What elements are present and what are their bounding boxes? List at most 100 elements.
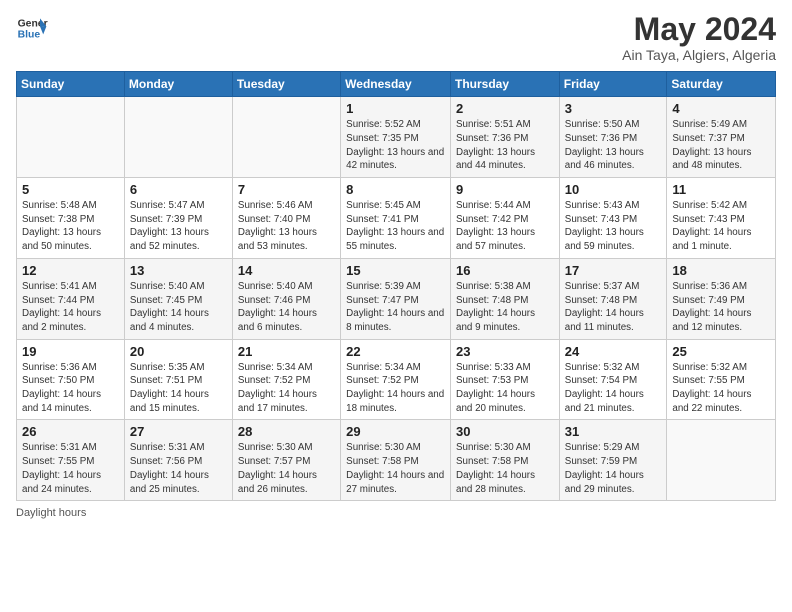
day-number: 26	[22, 424, 119, 439]
day-number: 30	[456, 424, 554, 439]
sub-title: Ain Taya, Algiers, Algeria	[622, 47, 776, 63]
calendar-day-cell: 11 Sunrise: 5:42 AM Sunset: 7:43 PM Dayli…	[667, 178, 776, 259]
day-number: 3	[565, 101, 662, 116]
logo: General Blue	[16, 12, 48, 44]
day-number: 2	[456, 101, 554, 116]
calendar-day-cell: 10 Sunrise: 5:43 AM Sunset: 7:43 PM Dayli…	[559, 178, 667, 259]
calendar-day-cell: 17 Sunrise: 5:37 AM Sunset: 7:48 PM Dayli…	[559, 258, 667, 339]
calendar-day-cell: 7 Sunrise: 5:46 AM Sunset: 7:40 PM Daylig…	[232, 178, 340, 259]
calendar-day-cell: 3 Sunrise: 5:50 AM Sunset: 7:36 PM Daylig…	[559, 97, 667, 178]
calendar-day-cell: 9 Sunrise: 5:44 AM Sunset: 7:42 PM Daylig…	[451, 178, 560, 259]
day-info: Sunrise: 5:42 AM Sunset: 7:43 PM Dayligh…	[672, 199, 770, 254]
day-number: 16	[456, 263, 554, 278]
calendar-day-cell	[17, 97, 125, 178]
day-info: Sunrise: 5:38 AM Sunset: 7:48 PM Dayligh…	[456, 280, 554, 335]
day-number: 9	[456, 182, 554, 197]
calendar-day-cell	[232, 97, 340, 178]
day-number: 28	[238, 424, 335, 439]
calendar-week-row: 5Sunrise: 5:48 AM Sunset: 7:38 PM Daylig…	[17, 178, 776, 259]
day-number: 22	[346, 344, 445, 359]
calendar-week-row: 1 Sunrise: 5:52 AM Sunset: 7:35 PM Daylig…	[17, 97, 776, 178]
day-info: Sunrise: 5:39 AM Sunset: 7:47 PM Dayligh…	[346, 280, 445, 335]
day-number: 19	[22, 344, 119, 359]
calendar-day-cell	[667, 420, 776, 501]
calendar-day-cell: 29 Sunrise: 5:30 AM Sunset: 7:58 PM Dayli…	[341, 420, 451, 501]
calendar-week-row: 26 Sunrise: 5:31 AM Sunset: 7:55 PM Dayli…	[17, 420, 776, 501]
day-info: Sunrise: 5:35 AM Sunset: 7:51 PM Dayligh…	[130, 361, 227, 416]
calendar-day-header: Tuesday	[232, 72, 340, 97]
day-info: Sunrise: 5:29 AM Sunset: 7:59 PM Dayligh…	[565, 441, 662, 496]
calendar-header-row: SundayMondayTuesdayWednesdayThursdayFrid…	[17, 72, 776, 97]
title-block: May 2024 Ain Taya, Algiers, Algeria	[622, 12, 776, 63]
calendar-day-cell: 4 Sunrise: 5:49 AM Sunset: 7:37 PM Daylig…	[667, 97, 776, 178]
calendar-day-cell: 13Sunrise: 5:40 AM Sunset: 7:45 PM Dayli…	[124, 258, 232, 339]
calendar-day-cell: 12 Sunrise: 5:41 AM Sunset: 7:44 PM Dayli…	[17, 258, 125, 339]
calendar-day-cell: 23 Sunrise: 5:33 AM Sunset: 7:53 PM Dayli…	[451, 339, 560, 420]
day-number: 20	[130, 344, 227, 359]
day-info: Sunrise: 5:40 AM Sunset: 7:45 PM Dayligh…	[130, 280, 227, 335]
day-number: 6	[130, 182, 227, 197]
day-info: Sunrise: 5:43 AM Sunset: 7:43 PM Dayligh…	[565, 199, 662, 254]
day-number: 21	[238, 344, 335, 359]
day-number: 12	[22, 263, 119, 278]
day-number: 23	[456, 344, 554, 359]
calendar-day-cell: 22 Sunrise: 5:34 AM Sunset: 7:52 PM Dayli…	[341, 339, 451, 420]
day-info: Sunrise: 5:51 AM Sunset: 7:36 PM Dayligh…	[456, 118, 554, 173]
calendar-day-cell: 19 Sunrise: 5:36 AM Sunset: 7:50 PM Dayli…	[17, 339, 125, 420]
day-info: Sunrise: 5:34 AM Sunset: 7:52 PM Dayligh…	[346, 361, 445, 416]
day-number: 18	[672, 263, 770, 278]
day-number: 7	[238, 182, 335, 197]
day-number: 29	[346, 424, 445, 439]
day-info: Sunrise: 5:41 AM Sunset: 7:44 PM Dayligh…	[22, 280, 119, 335]
day-info: Sunrise: 5:37 AM Sunset: 7:48 PM Dayligh…	[565, 280, 662, 335]
calendar-day-cell: 16 Sunrise: 5:38 AM Sunset: 7:48 PM Dayli…	[451, 258, 560, 339]
day-info: Sunrise: 5:36 AM Sunset: 7:50 PM Dayligh…	[22, 361, 119, 416]
footer-note: Daylight hours	[16, 507, 776, 519]
day-info: Sunrise: 5:52 AM Sunset: 7:35 PM Dayligh…	[346, 118, 445, 173]
day-info: Sunrise: 5:30 AM Sunset: 7:57 PM Dayligh…	[238, 441, 335, 496]
day-info: Sunrise: 5:46 AM Sunset: 7:40 PM Dayligh…	[238, 199, 335, 254]
day-number: 4	[672, 101, 770, 116]
day-number: 10	[565, 182, 662, 197]
calendar-day-header: Wednesday	[341, 72, 451, 97]
calendar-day-cell: 18 Sunrise: 5:36 AM Sunset: 7:49 PM Dayli…	[667, 258, 776, 339]
calendar-day-cell: 27 Sunrise: 5:31 AM Sunset: 7:56 PM Dayli…	[124, 420, 232, 501]
day-number: 15	[346, 263, 445, 278]
calendar-day-cell: 24Sunrise: 5:32 AM Sunset: 7:54 PM Dayli…	[559, 339, 667, 420]
day-info: Sunrise: 5:32 AM Sunset: 7:54 PM Dayligh…	[565, 361, 662, 416]
calendar-day-header: Sunday	[17, 72, 125, 97]
day-number: 27	[130, 424, 227, 439]
day-info: Sunrise: 5:48 AM Sunset: 7:38 PM Dayligh…	[22, 199, 119, 254]
calendar-day-header: Friday	[559, 72, 667, 97]
day-info: Sunrise: 5:36 AM Sunset: 7:49 PM Dayligh…	[672, 280, 770, 335]
page: General Blue May 2024 Ain Taya, Algiers,…	[0, 0, 792, 612]
calendar-day-cell	[124, 97, 232, 178]
day-number: 1	[346, 101, 445, 116]
calendar-day-cell: 6 Sunrise: 5:47 AM Sunset: 7:39 PM Daylig…	[124, 178, 232, 259]
day-number: 11	[672, 182, 770, 197]
calendar-day-cell: 5Sunrise: 5:48 AM Sunset: 7:38 PM Daylig…	[17, 178, 125, 259]
day-info: Sunrise: 5:40 AM Sunset: 7:46 PM Dayligh…	[238, 280, 335, 335]
calendar-day-header: Monday	[124, 72, 232, 97]
day-info: Sunrise: 5:31 AM Sunset: 7:56 PM Dayligh…	[130, 441, 227, 496]
day-info: Sunrise: 5:44 AM Sunset: 7:42 PM Dayligh…	[456, 199, 554, 254]
calendar-day-cell: 20 Sunrise: 5:35 AM Sunset: 7:51 PM Dayli…	[124, 339, 232, 420]
day-info: Sunrise: 5:47 AM Sunset: 7:39 PM Dayligh…	[130, 199, 227, 254]
header: General Blue May 2024 Ain Taya, Algiers,…	[16, 12, 776, 63]
calendar-day-header: Thursday	[451, 72, 560, 97]
day-info: Sunrise: 5:49 AM Sunset: 7:37 PM Dayligh…	[672, 118, 770, 173]
calendar-day-cell: 15 Sunrise: 5:39 AM Sunset: 7:47 PM Dayli…	[341, 258, 451, 339]
day-number: 31	[565, 424, 662, 439]
day-info: Sunrise: 5:30 AM Sunset: 7:58 PM Dayligh…	[346, 441, 445, 496]
calendar-day-cell: 8Sunrise: 5:45 AM Sunset: 7:41 PM Daylig…	[341, 178, 451, 259]
logo-icon: General Blue	[16, 12, 48, 44]
day-number: 17	[565, 263, 662, 278]
day-info: Sunrise: 5:33 AM Sunset: 7:53 PM Dayligh…	[456, 361, 554, 416]
svg-text:Blue: Blue	[18, 30, 41, 41]
day-info: Sunrise: 5:31 AM Sunset: 7:55 PM Dayligh…	[22, 441, 119, 496]
day-info: Sunrise: 5:32 AM Sunset: 7:55 PM Dayligh…	[672, 361, 770, 416]
day-info: Sunrise: 5:50 AM Sunset: 7:36 PM Dayligh…	[565, 118, 662, 173]
calendar-day-cell: 30Sunrise: 5:30 AM Sunset: 7:58 PM Dayli…	[451, 420, 560, 501]
calendar-day-cell: 21Sunrise: 5:34 AM Sunset: 7:52 PM Dayli…	[232, 339, 340, 420]
calendar-table: SundayMondayTuesdayWednesdayThursdayFrid…	[16, 71, 776, 501]
